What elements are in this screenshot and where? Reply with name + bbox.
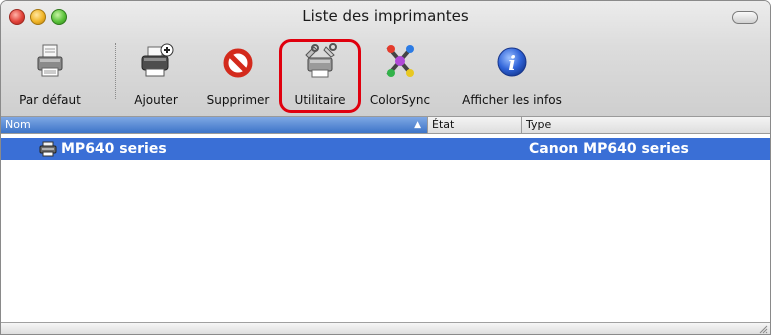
column-divider[interactable]: [521, 117, 522, 134]
delete-printer-button[interactable]: Supprimer: [197, 31, 279, 116]
default-printer-icon: [37, 44, 63, 77]
default-printer-button[interactable]: Par défaut: [7, 31, 93, 116]
column-header-type[interactable]: Type: [522, 117, 770, 133]
resize-grip-icon[interactable]: [758, 324, 768, 334]
colorsync-icon: [386, 45, 414, 77]
colorsync-label: ColorSync: [369, 93, 431, 107]
column-header-name[interactable]: Nom ▲: [1, 117, 427, 133]
table-row[interactable]: MP640 series Canon MP640 series: [1, 138, 770, 160]
column-header-status-label: État: [432, 118, 455, 131]
printer-name: MP640 series: [61, 141, 167, 157]
window-chrome: Liste des imprimantes Par défaut Ajouter…: [1, 1, 770, 117]
table-header: Nom ▲ État Type: [1, 117, 770, 134]
printer-icon: [39, 141, 57, 157]
add-printer-label: Ajouter: [134, 93, 178, 107]
svg-text:i: i: [508, 51, 516, 75]
toolbar-toggle-button[interactable]: [732, 11, 758, 24]
window-bottom-bar: [1, 322, 770, 334]
utility-highlight-ring: [279, 39, 361, 113]
delete-printer-label: Supprimer: [206, 93, 270, 107]
printer-list-window: Liste des imprimantes Par défaut Ajouter…: [0, 0, 771, 335]
printer-type: Canon MP640 series: [529, 141, 689, 157]
default-printer-label: Par défaut: [19, 93, 81, 107]
column-divider[interactable]: [427, 117, 428, 134]
sort-ascending-icon: ▲: [414, 120, 421, 130]
toolbar: Par défaut Ajouter Supprimer Utilitaire …: [1, 31, 770, 116]
add-printer-icon: [141, 43, 174, 77]
colorsync-button[interactable]: ColorSync: [361, 31, 439, 116]
add-printer-button[interactable]: Ajouter: [125, 31, 187, 116]
show-info-button[interactable]: i Afficher les infos: [447, 31, 577, 116]
toolbar-separator: [115, 43, 117, 99]
window-title: Liste des imprimantes: [302, 7, 469, 25]
delete-icon: [223, 48, 253, 78]
title-bar[interactable]: Liste des imprimantes: [1, 1, 770, 31]
info-icon: i: [497, 47, 527, 77]
column-header-name-label: Nom: [5, 118, 31, 131]
printer-table-body: MP640 series Canon MP640 series: [1, 134, 770, 324]
column-header-type-label: Type: [526, 118, 552, 131]
show-info-label: Afficher les infos: [462, 93, 562, 107]
column-header-status[interactable]: État: [428, 117, 521, 133]
